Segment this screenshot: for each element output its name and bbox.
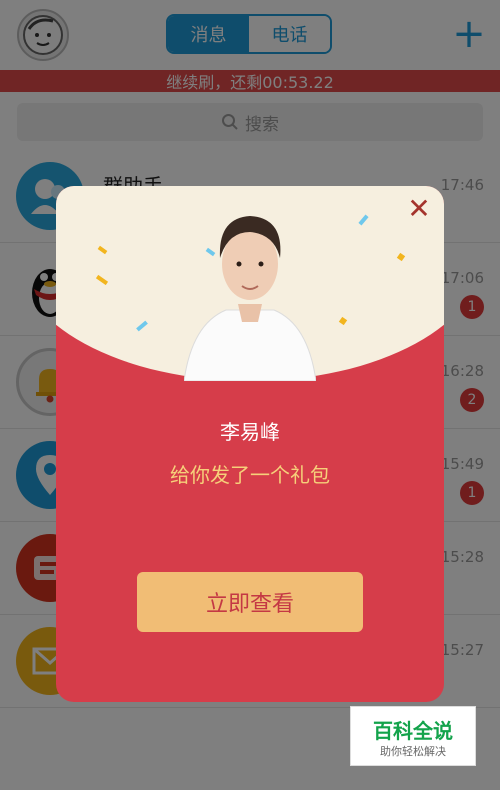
close-icon[interactable]: ✕ (406, 195, 432, 223)
sender-name: 李易峰 (220, 420, 280, 444)
gift-popup: ✕ 李易峰 给你发了一个礼包 立即查看 (56, 186, 444, 702)
sender-photo (184, 216, 316, 381)
watermark-logo: 百科全说 助你轻松解决 (350, 706, 476, 766)
watermark-subtitle: 助你轻松解决 (380, 745, 446, 758)
watermark-title: 百科全说 (373, 719, 453, 743)
gift-message: 给你发了一个礼包 (170, 463, 330, 487)
view-now-button[interactable]: 立即查看 (137, 572, 363, 632)
